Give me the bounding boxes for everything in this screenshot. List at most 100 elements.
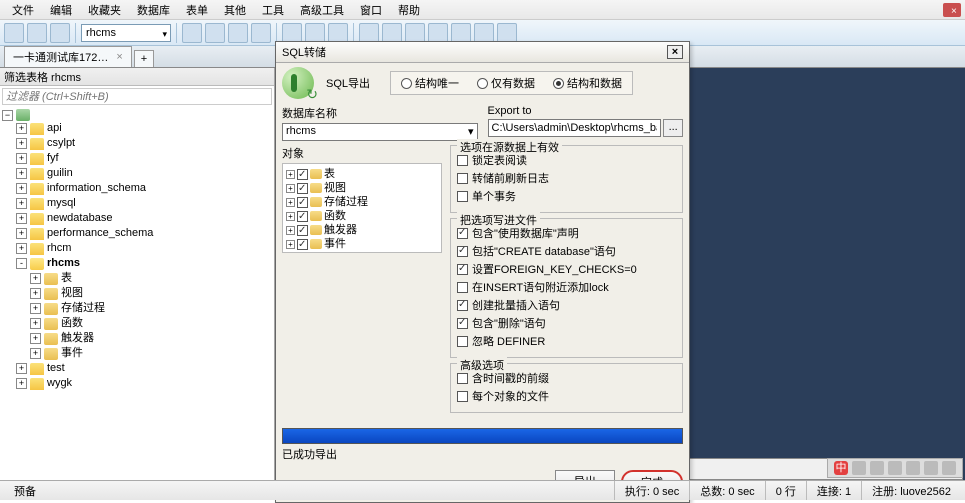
dialog-close-button[interactable]: × xyxy=(667,45,683,59)
tree-toggle-icon[interactable]: + xyxy=(30,288,41,299)
tool-misc-icon[interactable] xyxy=(474,23,494,43)
checkbox-icon[interactable] xyxy=(297,183,308,194)
tree-toggle-icon[interactable]: + xyxy=(16,153,27,164)
checkbox-icon[interactable] xyxy=(297,169,308,180)
menu-edit[interactable]: 编辑 xyxy=(42,0,80,20)
menu-database[interactable]: 数据库 xyxy=(129,0,178,20)
tool-misc-icon[interactable] xyxy=(382,23,402,43)
object-item[interactable]: +存储过程 xyxy=(286,195,438,209)
tree-toggle-icon[interactable]: + xyxy=(30,273,41,284)
tree-node[interactable]: +test xyxy=(2,361,274,376)
tray-icon[interactable] xyxy=(924,461,938,475)
tree-node[interactable]: -rhcms xyxy=(2,256,274,271)
menu-tools[interactable]: 工具 xyxy=(254,0,292,20)
tray-icon[interactable] xyxy=(942,461,956,475)
menu-help[interactable]: 帮助 xyxy=(390,0,428,20)
database-selector[interactable]: rhcms xyxy=(81,24,171,42)
checkbox-icon[interactable] xyxy=(297,197,308,208)
option-checkbox[interactable]: 创建批量插入语句 xyxy=(457,297,676,313)
option-checkbox[interactable]: 在INSERT语句附近添加lock xyxy=(457,279,676,295)
option-checkbox[interactable]: 包含"删除"语句 xyxy=(457,315,676,331)
checkbox-icon[interactable] xyxy=(297,239,308,250)
checkbox-icon[interactable] xyxy=(297,225,308,236)
tool-misc-icon[interactable] xyxy=(405,23,425,43)
objects-tree[interactable]: +表+视图+存储过程+函数+触发器+事件 xyxy=(282,163,442,253)
tree-node[interactable]: +表 xyxy=(2,271,274,286)
tree-toggle-icon[interactable]: + xyxy=(16,213,27,224)
tool-execute-icon[interactable] xyxy=(50,23,70,43)
tray-icon[interactable] xyxy=(906,461,920,475)
option-checkbox[interactable]: 转储前刷新日志 xyxy=(457,170,676,186)
tree-toggle-icon[interactable]: + xyxy=(16,198,27,209)
menu-file[interactable]: 文件 xyxy=(4,0,42,20)
tree-toggle-icon[interactable]: + xyxy=(16,168,27,179)
tree-node[interactable]: +存储过程 xyxy=(2,301,274,316)
tree-node[interactable]: +fyf xyxy=(2,151,274,166)
tree-node[interactable]: +guilin xyxy=(2,166,274,181)
tree-node[interactable]: +mysql xyxy=(2,196,274,211)
ime-icon[interactable]: 中 xyxy=(834,461,848,475)
tree-node[interactable]: +wygk xyxy=(2,376,274,391)
tree-node[interactable]: +newdatabase xyxy=(2,211,274,226)
radio-structure-only[interactable]: 结构唯一 xyxy=(401,75,459,91)
tree-toggle-icon[interactable]: + xyxy=(30,303,41,314)
tree-node[interactable]: +事件 xyxy=(2,346,274,361)
tool-misc-icon[interactable] xyxy=(497,23,517,43)
tree-toggle-icon[interactable]: + xyxy=(30,318,41,329)
menu-other[interactable]: 其他 xyxy=(216,0,254,20)
database-tree[interactable]: − +api+csylpt+fyf+guilin+information_sch… xyxy=(0,107,274,480)
tree-toggle-icon[interactable]: - xyxy=(16,258,27,269)
object-item[interactable]: +表 xyxy=(286,167,438,181)
tree-toggle-icon[interactable]: + xyxy=(30,333,41,344)
object-item[interactable]: +事件 xyxy=(286,237,438,251)
export-path-input[interactable] xyxy=(488,119,662,137)
checkbox-icon[interactable] xyxy=(297,211,308,222)
tab-close-icon[interactable]: × xyxy=(116,51,122,63)
tool-import-icon[interactable] xyxy=(251,23,271,43)
tool-misc-icon[interactable] xyxy=(451,23,471,43)
tool-misc-icon[interactable] xyxy=(428,23,448,43)
tool-misc-icon[interactable] xyxy=(305,23,325,43)
option-checkbox[interactable]: 每个对象的文件 xyxy=(457,388,676,404)
tree-toggle-icon[interactable]: + xyxy=(16,138,27,149)
radio-data-only[interactable]: 仅有数据 xyxy=(477,75,535,91)
object-item[interactable]: +函数 xyxy=(286,209,438,223)
tree-toggle-icon[interactable]: + xyxy=(30,348,41,359)
tool-misc-icon[interactable] xyxy=(282,23,302,43)
menu-advtools[interactable]: 高级工具 xyxy=(292,0,352,20)
connection-tab[interactable]: 一卡通测试库172… × xyxy=(4,46,132,67)
object-item[interactable]: +触发器 xyxy=(286,223,438,237)
new-tab-button[interactable]: + xyxy=(134,50,154,67)
object-item[interactable]: +视图 xyxy=(286,181,438,195)
tree-node[interactable]: +performance_schema xyxy=(2,226,274,241)
tool-new-query-icon[interactable] xyxy=(27,23,47,43)
tree-node[interactable]: +csylpt xyxy=(2,136,274,151)
tree-root[interactable]: − xyxy=(2,109,274,121)
tray-icon[interactable] xyxy=(870,461,884,475)
tree-node[interactable]: +information_schema xyxy=(2,181,274,196)
tree-node[interactable]: +函数 xyxy=(2,316,274,331)
tool-misc-icon[interactable] xyxy=(359,23,379,43)
tool-refresh-icon[interactable] xyxy=(182,23,202,43)
option-checkbox[interactable]: 忽略 DEFINER xyxy=(457,333,676,349)
tree-toggle-icon[interactable]: + xyxy=(16,183,27,194)
tree-toggle-icon[interactable]: + xyxy=(16,243,27,254)
menu-window[interactable]: 窗口 xyxy=(352,0,390,20)
radio-structure-and-data[interactable]: 结构和数据 xyxy=(553,75,622,91)
tool-misc-icon[interactable] xyxy=(328,23,348,43)
app-close-button[interactable]: × xyxy=(943,3,961,17)
tree-toggle-icon[interactable]: + xyxy=(16,363,27,374)
tool-export-icon[interactable] xyxy=(228,23,248,43)
tree-node[interactable]: +触发器 xyxy=(2,331,274,346)
tool-table-icon[interactable] xyxy=(205,23,225,43)
tree-node[interactable]: +视图 xyxy=(2,286,274,301)
tree-node[interactable]: +rhcm xyxy=(2,241,274,256)
menu-fav[interactable]: 收藏夹 xyxy=(80,0,129,20)
tray-icon[interactable] xyxy=(852,461,866,475)
option-checkbox[interactable]: 包括"CREATE database"语句 xyxy=(457,243,676,259)
db-name-combo[interactable]: rhcms xyxy=(282,123,478,141)
object-filter-input[interactable] xyxy=(2,88,272,105)
option-checkbox[interactable]: 单个事务 xyxy=(457,188,676,204)
tool-new-conn-icon[interactable] xyxy=(4,23,24,43)
browse-button[interactable]: ... xyxy=(663,119,683,137)
